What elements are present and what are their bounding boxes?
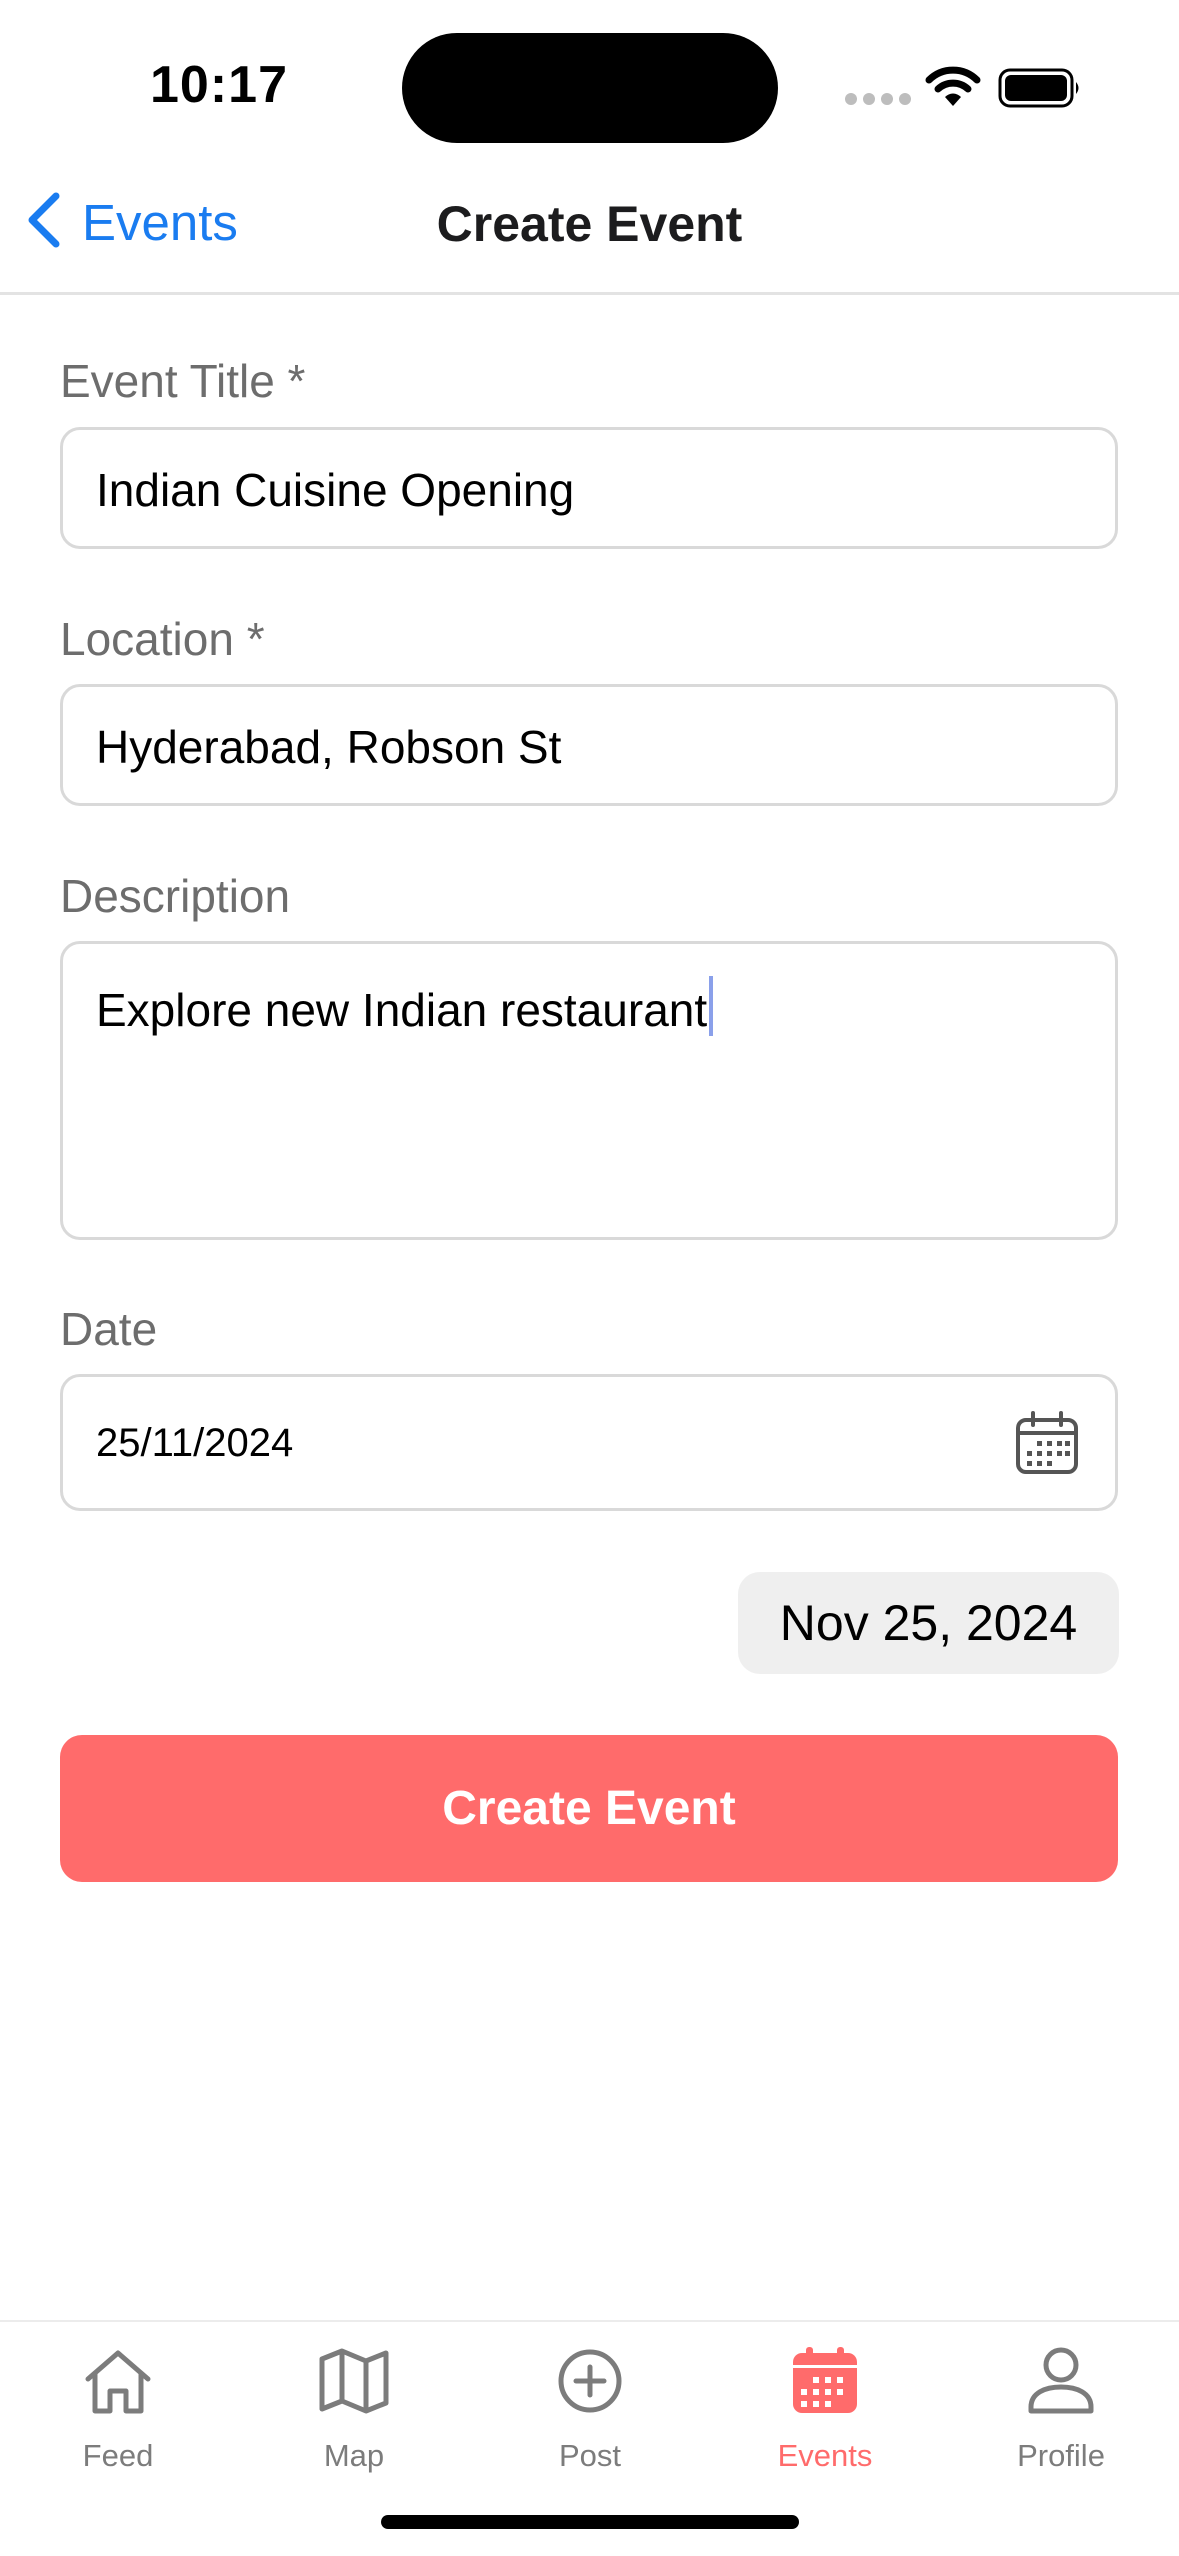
tab-post[interactable]: Post bbox=[472, 2335, 708, 2485]
event-title-value: Indian Cuisine Opening bbox=[96, 464, 575, 516]
date-value: 25/11/2024 bbox=[96, 1421, 294, 1465]
event-title-input[interactable]: Indian Cuisine Opening bbox=[60, 427, 1118, 549]
text-caret bbox=[709, 976, 714, 1036]
map-icon bbox=[318, 2338, 390, 2424]
date-label: Date bbox=[60, 1303, 158, 1355]
status-time: 10:17 bbox=[150, 56, 288, 114]
date-picker-chip[interactable]: Nov 25, 2024 bbox=[738, 1572, 1119, 1674]
calendar-picker-icon[interactable] bbox=[1015, 1411, 1079, 1480]
location-label: Location * bbox=[60, 613, 265, 665]
tab-bar-divider bbox=[0, 2320, 1179, 2322]
calendar-icon bbox=[789, 2338, 861, 2424]
tab-label-post: Post bbox=[558, 2438, 622, 2473]
tab-events[interactable]: Events bbox=[707, 2335, 943, 2485]
home-icon bbox=[82, 2338, 154, 2424]
nav-divider bbox=[0, 292, 1179, 295]
tab-label-map: Map bbox=[323, 2438, 385, 2473]
tab-profile[interactable]: Profile bbox=[943, 2335, 1179, 2485]
wifi-icon bbox=[925, 66, 981, 113]
tab-map[interactable]: Map bbox=[236, 2335, 472, 2485]
cellular-signal-icon bbox=[845, 93, 911, 105]
date-input[interactable]: 25/11/2024 bbox=[60, 1374, 1118, 1511]
battery-icon bbox=[998, 68, 1082, 113]
dynamic-island bbox=[402, 33, 778, 143]
plus-circle-icon bbox=[554, 2338, 626, 2424]
location-input[interactable]: Hyderabad, Robson St bbox=[60, 684, 1118, 806]
page-title: Create Event bbox=[436, 196, 743, 252]
tab-label-events: Events bbox=[777, 2438, 873, 2473]
home-indicator[interactable] bbox=[381, 2515, 799, 2529]
description-label: Description bbox=[60, 870, 291, 922]
location-value: Hyderabad, Robson St bbox=[96, 721, 562, 773]
create-event-button[interactable]: Create Event bbox=[60, 1735, 1118, 1882]
description-textarea[interactable]: Explore new Indian restaurant bbox=[60, 941, 1118, 1240]
event-title-label: Event Title * bbox=[60, 355, 306, 407]
tab-label-profile: Profile bbox=[1017, 2438, 1105, 2473]
tab-feed[interactable]: Feed bbox=[0, 2335, 236, 2485]
description-value: Explore new Indian restaurant bbox=[96, 976, 714, 1037]
person-icon bbox=[1025, 2338, 1097, 2424]
tab-label-feed: Feed bbox=[82, 2438, 154, 2473]
